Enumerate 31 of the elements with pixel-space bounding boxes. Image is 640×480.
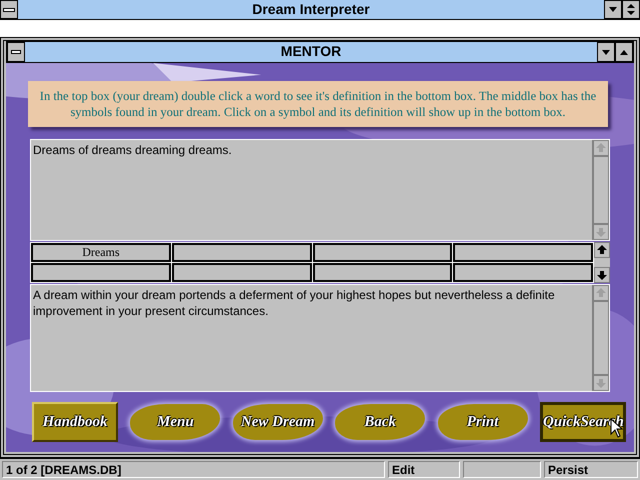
symbol-cell[interactable]: [453, 243, 593, 262]
instructions-text: In the top box (your dream) double click a word to see it's definition in the bottom box. The middle box has the symbols found in your dream. Click on a symbol and its definition will show up in the bottom box.: [28, 81, 608, 127]
scroll-up-button[interactable]: [594, 242, 610, 258]
system-menu-button[interactable]: [7, 42, 25, 62]
mode-status: Edit: [388, 461, 460, 478]
persist-status: Persist: [544, 461, 638, 478]
symbol-cell[interactable]: [31, 263, 171, 282]
symbol-cell[interactable]: [453, 263, 593, 282]
symbol-cell[interactable]: [172, 263, 312, 282]
symbol-cell[interactable]: [312, 243, 452, 262]
minimize-button[interactable]: [604, 0, 622, 19]
minimize-button[interactable]: [597, 42, 615, 62]
minus-icon: [3, 8, 15, 12]
down-triangle-icon: [609, 7, 617, 12]
window-title: Dream Interpreter: [251, 0, 371, 19]
definition-text-box[interactable]: A dream within your dream portends a deferment of your highest hopes but nevertheless a definite improvement in your present circumstances.: [30, 284, 610, 392]
dream-text-box[interactable]: Dreams of dreams dreaming dreams.: [30, 139, 610, 241]
window-title: MENTOR: [280, 42, 342, 61]
symbol-cell[interactable]: [312, 263, 452, 282]
system-menu-button[interactable]: [0, 0, 18, 19]
symbol-cell[interactable]: Dreams: [31, 243, 171, 262]
minus-icon: [11, 50, 21, 54]
scroll-down-button[interactable]: [594, 267, 610, 283]
down-triangle-icon: [602, 50, 610, 54]
maximize-button[interactable]: [615, 42, 633, 62]
nav-button[interactable]: Handbook: [32, 402, 118, 442]
restore-button[interactable]: [622, 0, 640, 19]
record-status: 1 of 2 [DREAMS.DB]: [2, 461, 385, 478]
symbol-cell[interactable]: [172, 243, 312, 262]
up-triangle-icon: [620, 50, 628, 54]
up-down-triangle-icon: [627, 4, 635, 15]
